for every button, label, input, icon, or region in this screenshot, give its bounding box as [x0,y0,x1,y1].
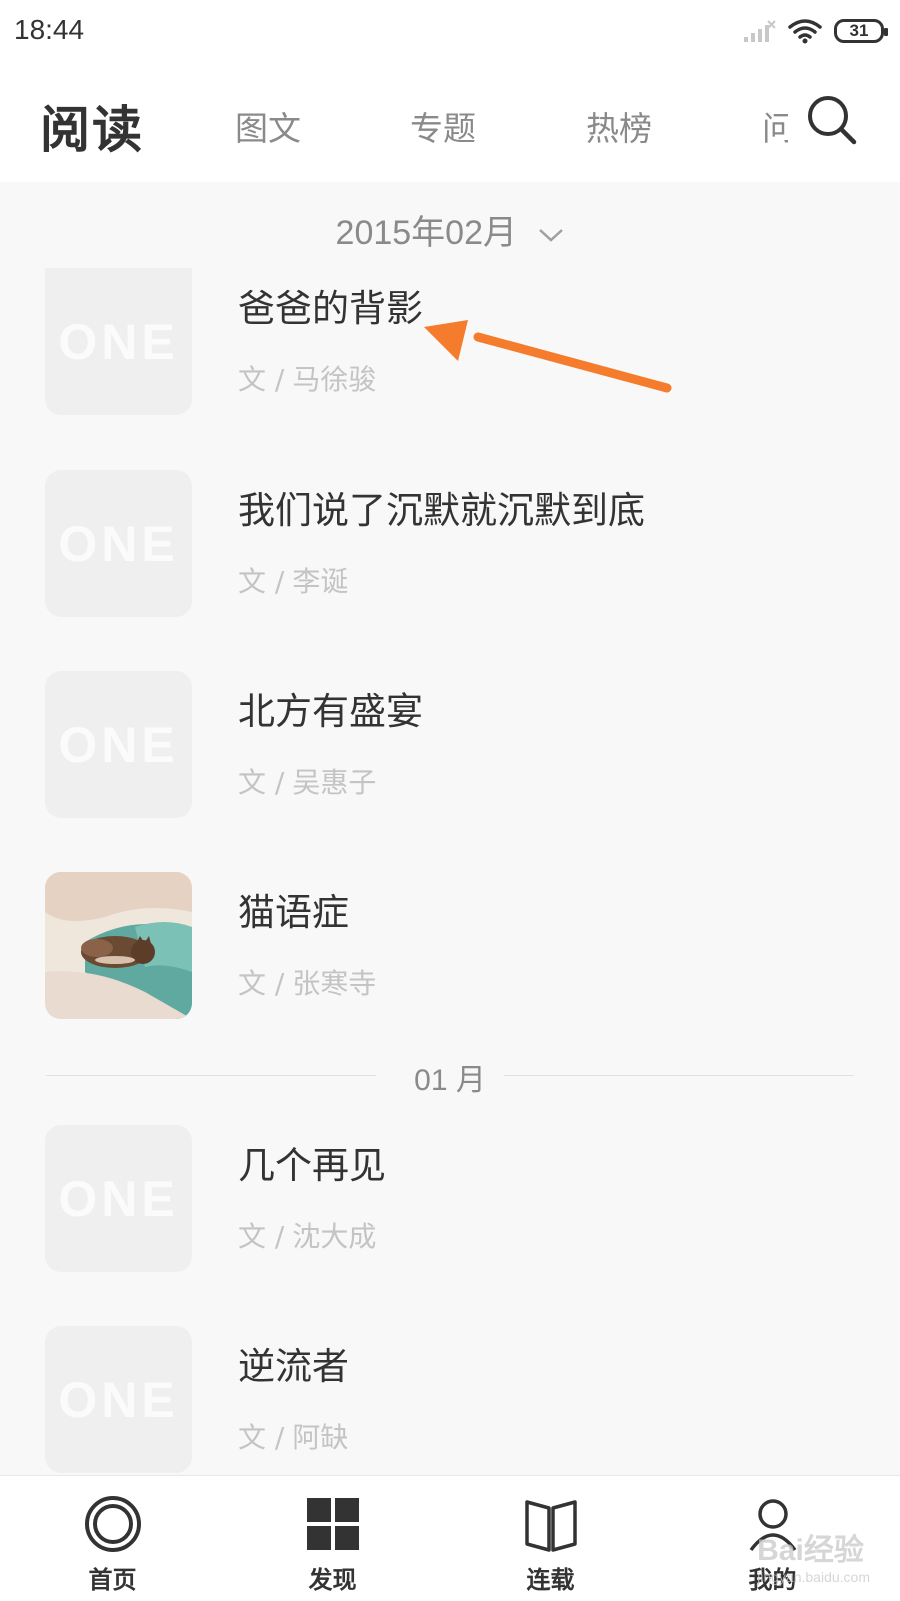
top-nav: 阅读 图文 专题 热榜 问 [0,62,900,182]
battery-icon: 31 [834,19,888,43]
author-prefix: 文 / [238,1220,285,1253]
status-time: 18:44 [14,14,85,45]
author-prefix: 文 / [238,967,285,1000]
article-thumbnail: ONE [45,268,192,415]
list-item[interactable]: 猫语症 文 / 张寒寺 [0,872,900,1022]
author-prefix: 文 / [238,565,285,598]
one-logo: ONE [58,1170,179,1227]
article-author: 文 / 沈大成 [238,1215,376,1255]
article-thumbnail: ONE [45,470,192,617]
one-logo: ONE [58,716,179,773]
article-author: 文 / 吴惠子 [238,761,376,801]
article-author: 文 / 李诞 [238,560,348,600]
tab-hot-list[interactable]: 热榜 [586,102,652,150]
wifi-icon [788,19,822,44]
author-prefix: 文 / [238,766,285,799]
bottom-tab-discover[interactable]: 发现 [220,1476,445,1601]
bottom-tab-serial[interactable]: 连载 [438,1476,663,1601]
article-author: 文 / 阿缺 [238,1416,348,1456]
author-prefix: 文 / [238,363,285,396]
page-title: 阅读 [40,101,144,159]
article-author: 文 / 马徐骏 [238,358,376,398]
tab-topics[interactable]: 专题 [410,102,476,150]
one-logo: ONE [58,1371,179,1428]
watermark-text: Bai经验 [757,1534,864,1567]
article-author: 文 / 张寒寺 [238,962,376,1002]
author-prefix: 文 / [238,1421,285,1454]
bottom-tab-home[interactable]: 首页 [0,1476,225,1601]
author-name: 李诞 [292,565,349,598]
baidu-watermark: Bai经验 jingyan.baidu.com [757,1525,870,1585]
battery-level: 31 [849,21,869,40]
article-thumbnail: ONE [45,671,192,818]
article-thumbnail: ONE [45,1125,192,1272]
one-logo: ONE [58,313,179,370]
search-icon[interactable] [804,92,860,148]
list-item[interactable]: ONE 我们说了沉默就沉默到底 文 / 李诞 [0,470,900,620]
book-icon [524,1500,577,1552]
cat-photo-thumbnail [45,872,192,1019]
month-picker-label: 2015年02月 [335,214,517,252]
month-divider-label: 01 月 [414,1064,486,1097]
author-name: 沈大成 [292,1220,377,1253]
signal-icon [744,20,776,42]
bottom-tab-label: 连载 [526,1566,575,1594]
list-item[interactable]: ONE 北方有盛宴 文 / 吴惠子 [0,671,900,821]
month-picker[interactable]: 2015年02月 [0,205,900,254]
chevron-down-icon [539,229,564,242]
article-thumbnail: ONE [45,1326,192,1473]
bottom-tab-label: 首页 [88,1566,137,1594]
home-ring-icon [84,1496,141,1552]
grid-icon [306,1498,359,1550]
list-item[interactable]: ONE 逆流者 文 / 阿缺 [0,1326,900,1476]
article-title: 爸爸的背影 [238,287,423,330]
one-logo: ONE [58,515,179,572]
author-name: 吴惠子 [292,766,377,799]
article-title: 北方有盛宴 [238,690,423,733]
watermark-subtext: jingyan.baidu.com [757,1569,870,1585]
article-title: 几个再见 [238,1144,386,1187]
tab-questions[interactable]: 问 [762,102,788,150]
article-title: 我们说了沉默就沉默到底 [238,489,645,532]
article-title: 逆流者 [238,1345,349,1388]
bottom-tab-label: 发现 [308,1566,357,1594]
author-name: 马徐骏 [292,363,377,396]
list-item[interactable]: ONE 几个再见 文 / 沈大成 [0,1125,900,1275]
tab-graphics[interactable]: 图文 [235,102,301,150]
status-icons: 31 [742,14,888,48]
cat-photo [45,872,192,1019]
list-item[interactable]: ONE 爸爸的背影 文 / 马徐骏 [0,268,900,418]
author-name: 阿缺 [292,1421,349,1454]
author-name: 张寒寺 [292,967,377,1000]
article-title: 猫语症 [238,891,349,934]
status-bar: 18:44 31 [0,0,900,62]
month-divider: 01 月 [46,1055,854,1097]
